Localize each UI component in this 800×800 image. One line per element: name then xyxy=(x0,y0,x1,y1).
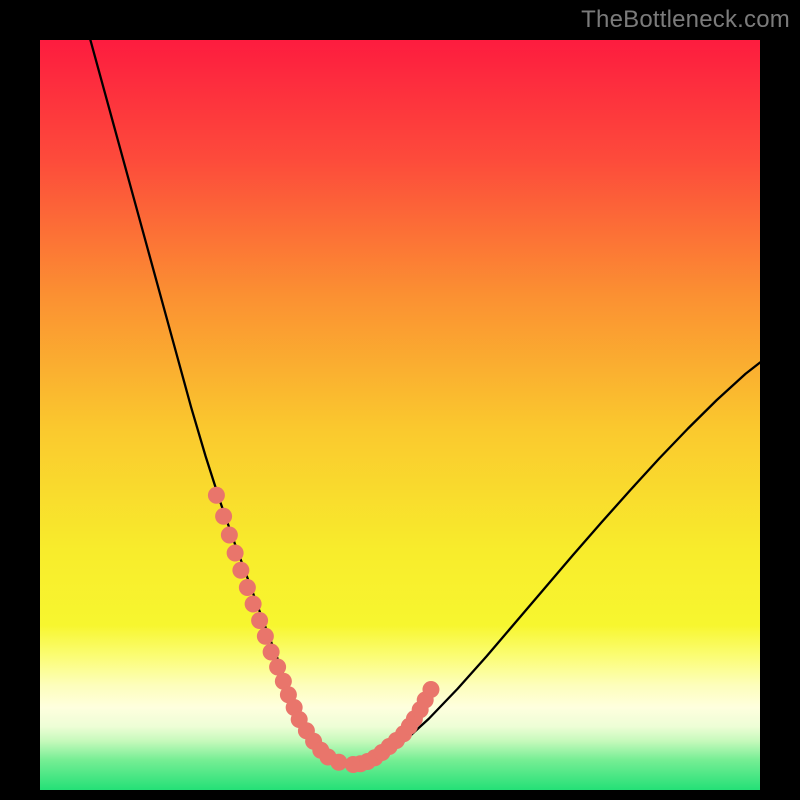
highlight-dot xyxy=(330,754,347,771)
highlight-dot xyxy=(245,596,262,613)
highlight-dot xyxy=(215,508,232,525)
highlight-dot xyxy=(257,628,274,645)
highlight-dot xyxy=(232,562,249,579)
highlight-dot xyxy=(221,527,238,544)
highlight-dot xyxy=(422,681,439,698)
chart-frame: TheBottleneck.com xyxy=(0,0,800,800)
watermark-text: TheBottleneck.com xyxy=(581,6,790,34)
highlight-dot xyxy=(251,612,268,629)
highlight-dot xyxy=(239,579,256,596)
bottleneck-chart xyxy=(40,40,760,790)
highlight-dot xyxy=(227,545,244,562)
highlight-dot xyxy=(263,644,280,661)
gradient-background xyxy=(40,40,760,790)
highlight-dot xyxy=(208,487,225,504)
